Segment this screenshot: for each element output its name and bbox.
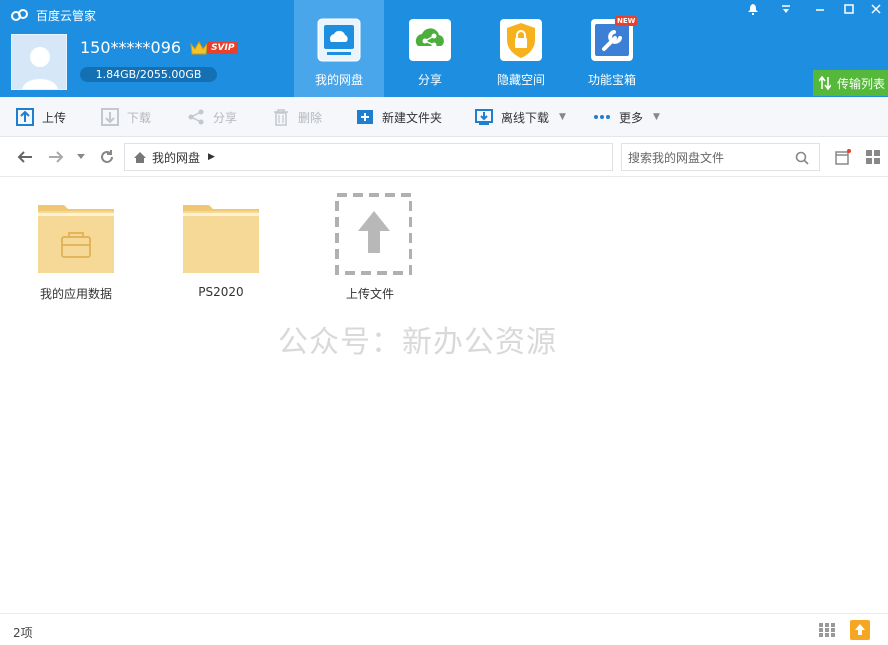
history-dropdown-icon[interactable] xyxy=(72,149,90,165)
user-name[interactable]: 150*****096 xyxy=(80,38,181,57)
tab-share[interactable]: 分享 xyxy=(385,0,475,97)
crown-icon xyxy=(190,40,208,54)
search-input[interactable] xyxy=(628,149,788,167)
view-mode-icon[interactable] xyxy=(835,149,851,165)
tab-label: 我的网盘 xyxy=(314,73,363,87)
item-count: 2项 xyxy=(13,626,33,640)
trash-icon xyxy=(274,109,288,126)
watermark-text: 公众号：新办公资源 xyxy=(278,325,557,360)
new-badge: NEW xyxy=(617,17,636,25)
breadcrumb-arrow-icon[interactable]: ▶ xyxy=(208,152,215,162)
new-folder-button[interactable]: 新建文件夹 xyxy=(356,97,442,137)
file-list: 我的应用数据 PS2020 上传文件 公众号：新办公资源 xyxy=(0,177,888,613)
share-tab-icon xyxy=(409,19,451,61)
status-bar: 2项 xyxy=(0,613,888,645)
toolbar: 上传 下载 分享 删除 新建文件夹 离线下载 ▼ 更多 ▼ xyxy=(0,97,888,137)
file-name: 我的应用数据 xyxy=(39,287,112,301)
upload-button[interactable]: 上传 xyxy=(16,97,66,137)
forward-arrow-icon[interactable] xyxy=(47,149,65,165)
search-icon[interactable] xyxy=(795,151,809,165)
offline-download-button[interactable]: 离线下载 ▼ xyxy=(475,97,566,137)
close-icon[interactable] xyxy=(864,0,888,18)
offline-download-label: 离线下载 xyxy=(501,110,550,125)
breadcrumb-root[interactable]: 我的网盘 xyxy=(152,149,200,166)
dropdown-menu-icon[interactable] xyxy=(774,0,798,18)
lock-shield-icon xyxy=(500,19,542,61)
breadcrumb[interactable]: 我的网盘 ▶ xyxy=(124,143,613,171)
chevron-down-icon: ▼ xyxy=(559,112,566,122)
offline-download-icon xyxy=(475,109,493,125)
share-label: 分享 xyxy=(213,110,238,125)
folder-thumbnail xyxy=(179,193,263,277)
tab-my-netdisk[interactable]: 我的网盘 xyxy=(294,0,384,97)
upload-label: 上传 xyxy=(42,110,67,125)
delete-button[interactable]: 删除 xyxy=(272,97,322,137)
new-folder-label: 新建文件夹 xyxy=(382,110,443,125)
more-button[interactable]: 更多 ▼ xyxy=(593,97,660,137)
transfer-list-label: 传输列表 xyxy=(837,76,886,91)
baidu-cloud-logo-icon xyxy=(11,9,28,21)
tab-hidden-space[interactable]: 隐藏空间 xyxy=(476,0,566,97)
upload-icon xyxy=(16,108,34,126)
tab-label: 功能宝箱 xyxy=(587,73,636,87)
tab-toolbox[interactable]: NEW 功能宝箱 xyxy=(567,0,657,97)
share-button[interactable]: 分享 xyxy=(187,97,237,137)
notification-bell-icon[interactable] xyxy=(741,0,765,18)
delete-label: 删除 xyxy=(298,110,323,125)
upload-arrow-icon xyxy=(335,193,413,275)
maximize-icon[interactable] xyxy=(837,0,861,18)
download-button[interactable]: 下载 xyxy=(101,97,151,137)
file-item-folder[interactable]: 我的应用数据 xyxy=(26,193,126,302)
svip-label: SVIP xyxy=(207,41,239,54)
folder-thumbnail xyxy=(34,193,118,277)
avatar[interactable] xyxy=(11,34,67,90)
upload-thumbnail xyxy=(328,193,413,277)
download-label: 下载 xyxy=(127,110,152,125)
upload-queue-icon[interactable] xyxy=(850,620,870,640)
app-folder-icon xyxy=(38,205,114,273)
grid-view-icon[interactable] xyxy=(865,149,881,165)
address-bar: 我的网盘 ▶ xyxy=(0,137,888,177)
new-folder-icon xyxy=(357,110,373,124)
thumbnail-grid-icon[interactable] xyxy=(818,622,836,638)
file-name: PS2020 xyxy=(198,285,244,299)
title-bar: 百度云管家 150*****096 SVIP 1.84GB/2055.00GB … xyxy=(0,0,888,97)
user-info: 150*****096 SVIP xyxy=(80,38,239,57)
more-label: 更多 xyxy=(619,110,644,125)
file-name: 上传文件 xyxy=(345,287,394,301)
transfer-list-button[interactable]: 传输列表 xyxy=(813,70,888,96)
tab-label: 分享 xyxy=(417,73,442,87)
app-title-text: 百度云管家 xyxy=(36,8,97,23)
more-dots-icon xyxy=(594,115,610,119)
storage-quota: 1.84GB/2055.00GB xyxy=(80,67,217,82)
app-title: 百度云管家 xyxy=(10,6,96,24)
minimize-icon[interactable] xyxy=(808,0,832,18)
transfer-arrows-icon xyxy=(819,76,831,90)
upload-file-tile[interactable]: 上传文件 xyxy=(320,193,420,302)
user-avatar-icon xyxy=(12,35,66,89)
file-item-folder[interactable]: PS2020 xyxy=(171,193,271,299)
back-arrow-icon[interactable] xyxy=(16,149,34,165)
share-icon xyxy=(188,109,204,125)
tab-label: 隐藏空间 xyxy=(496,73,545,87)
netdisk-icon xyxy=(317,18,361,62)
svip-badge[interactable]: SVIP xyxy=(189,40,239,56)
chevron-down-icon: ▼ xyxy=(653,112,660,122)
folder-icon xyxy=(183,205,259,273)
search-box xyxy=(621,143,820,171)
download-icon xyxy=(101,108,119,126)
home-icon xyxy=(134,151,146,163)
refresh-icon[interactable] xyxy=(98,149,116,165)
